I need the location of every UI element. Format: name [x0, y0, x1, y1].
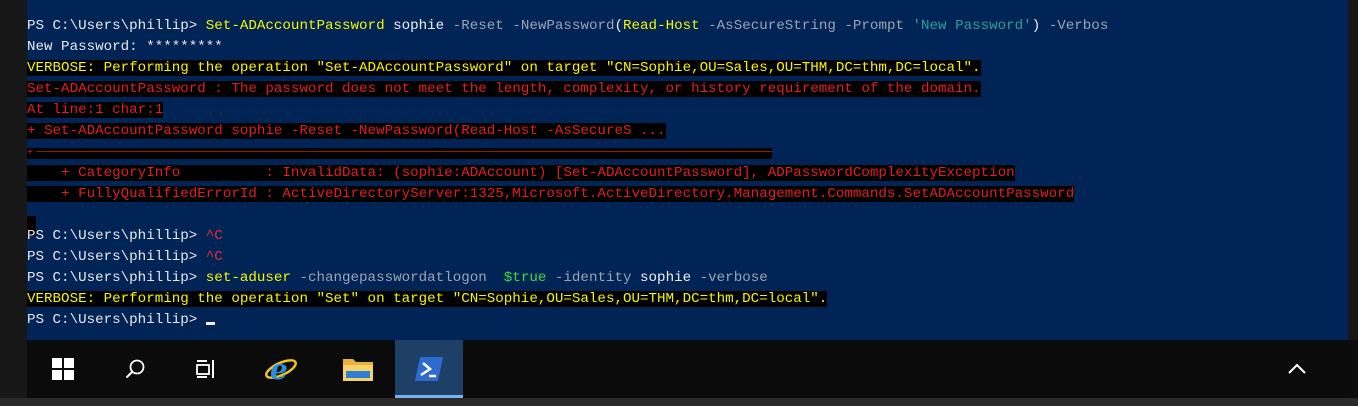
- console-line-6: + Set-ADAccountPassword sophie -Reset -N…: [27, 121, 666, 142]
- window-bottom-edge: [0, 398, 1358, 406]
- file-explorer-icon: [343, 359, 373, 381]
- console-line-12: PS C:\Users\phillip> set-aduser -changep…: [27, 268, 768, 289]
- svg-text:e: e: [270, 353, 288, 385]
- prompt: PS C:\Users\phillip>: [27, 270, 206, 286]
- chevron-up-icon: [1288, 363, 1306, 374]
- show-hidden-icons-button[interactable]: [1269, 340, 1325, 398]
- cmdlet: set-aduser: [205, 270, 291, 286]
- prompt: PS C:\Users\phillip>: [27, 18, 206, 34]
- error-message: Set-ADAccountPassword : The password doe…: [27, 81, 981, 97]
- variable: $true: [495, 270, 547, 286]
- ctrl-c: ^C: [205, 228, 223, 244]
- powershell-console[interactable]: PS C:\Users\phillip> Set-ADAccountPasswo…: [27, 0, 1348, 340]
- cmdlet: Read-Host: [623, 18, 700, 34]
- file-explorer-button[interactable]: [330, 340, 386, 398]
- error-source: + Set-ADAccountPassword sophie -Reset -N…: [27, 123, 666, 139]
- parameter: -Reset: [452, 18, 504, 34]
- parameter: -Verbos: [1040, 18, 1109, 34]
- task-view-icon: [196, 360, 214, 378]
- verbose-message: VERBOSE: Performing the operation "Set-A…: [27, 60, 981, 76]
- error-category: + CategoryInfo : InvalidData: (sophie:AD…: [27, 165, 1015, 181]
- error-id: + FullyQualifiedErrorId : ActiveDirector…: [27, 186, 1075, 202]
- parameter: -NewPassword: [503, 18, 615, 34]
- taskbar: e: [27, 340, 1348, 398]
- console-line-7: + ~~~~~~~~~~~~~~~~~~~~~~~~~~~~~~~~~~~~~~…: [27, 142, 772, 163]
- internet-explorer-icon: e: [265, 353, 297, 385]
- search-icon: [125, 359, 145, 379]
- console-line-14: PS C:\Users\phillip>: [27, 310, 215, 331]
- console-line-3: VERBOSE: Performing the operation "Set-A…: [27, 58, 981, 79]
- powershell-icon: [415, 357, 443, 381]
- right-edge: [1348, 0, 1358, 340]
- error-location: At line:1 char:1: [27, 102, 164, 118]
- paren: (: [614, 18, 624, 34]
- parameter: -identity: [546, 270, 632, 286]
- string-literal: 'New Password': [912, 18, 1032, 34]
- console-line-9: + FullyQualifiedErrorId : ActiveDirector…: [27, 184, 1075, 205]
- console-line-4: Set-ADAccountPassword : The password doe…: [27, 79, 981, 100]
- password-prompt: New Password: *********: [27, 39, 223, 55]
- task-view-button[interactable]: [179, 340, 235, 398]
- parameter: -changepasswordatlogon: [290, 270, 496, 286]
- cmdlet: Set-ADAccountPassword: [205, 18, 385, 34]
- ctrl-c: ^C: [205, 249, 223, 265]
- powershell-button[interactable]: [395, 340, 463, 398]
- console-line-10: PS C:\Users\phillip> ^C: [27, 226, 223, 247]
- parameter: -verbose: [691, 270, 768, 286]
- left-edge: [0, 0, 27, 406]
- error-underline: + ~~~~~~~~~~~~~~~~~~~~~~~~~~~~~~~~~~~~~~…: [27, 148, 772, 159]
- prompt: PS C:\Users\phillip>: [27, 228, 206, 244]
- paren: ): [1031, 18, 1041, 34]
- text-cursor: [205, 322, 215, 325]
- verbose-message: VERBOSE: Performing the operation "Set" …: [27, 291, 828, 307]
- windows-logo-icon: [52, 358, 74, 380]
- console-line-11: PS C:\Users\phillip> ^C: [27, 247, 223, 268]
- prompt: PS C:\Users\phillip>: [27, 249, 206, 265]
- console-line-2: New Password: *********: [27, 37, 223, 58]
- console-line-5: At line:1 char:1: [27, 100, 164, 121]
- argument: sophie: [631, 270, 692, 286]
- parameter: -AsSecureString: [699, 18, 836, 34]
- internet-explorer-button[interactable]: e: [253, 340, 309, 398]
- search-button[interactable]: [107, 340, 163, 398]
- console-line-8: + CategoryInfo : InvalidData: (sophie:AD…: [27, 163, 1015, 184]
- argument: sophie: [384, 18, 453, 34]
- console-line-1: PS C:\Users\phillip> Set-ADAccountPasswo…: [27, 16, 1108, 37]
- start-button[interactable]: [35, 340, 91, 398]
- console-line-13: VERBOSE: Performing the operation "Set" …: [27, 289, 828, 310]
- prompt: PS C:\Users\phillip>: [27, 312, 206, 328]
- parameter: -Prompt: [835, 18, 913, 34]
